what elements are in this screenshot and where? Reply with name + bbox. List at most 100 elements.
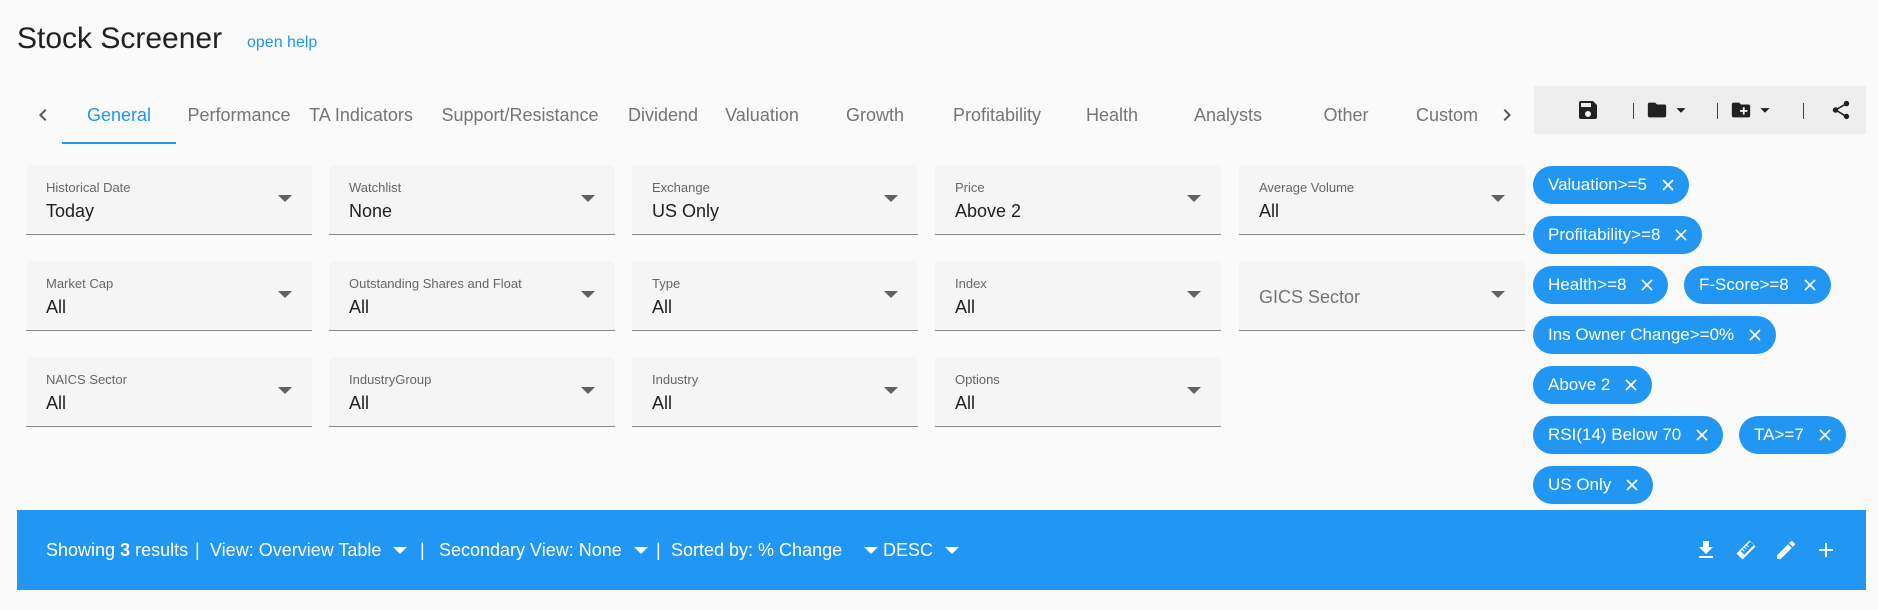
chip-label: F-Score>=8 <box>1699 275 1789 294</box>
filter-value: All <box>349 297 370 317</box>
filter-value: All <box>955 297 976 317</box>
secondary-view-select[interactable]: Secondary View: None <box>439 510 648 590</box>
dropdown-arrow-icon <box>278 195 292 202</box>
open-help-link[interactable]: open help <box>247 34 317 52</box>
price-select[interactable]: Price Above 2 <box>935 165 1221 235</box>
filter-label: Index <box>955 276 987 291</box>
filter-chip: F-Score>=8 <box>1684 266 1831 304</box>
tabs-scroll-right-button[interactable] <box>1485 86 1529 144</box>
bar-separator: | <box>656 539 661 560</box>
close-icon[interactable] <box>1693 426 1711 444</box>
close-icon[interactable] <box>1622 376 1640 394</box>
sort-field-select[interactable]: Sorted by: % Change <box>671 510 879 590</box>
naics-sector-select[interactable]: NAICS Sector All <box>26 357 312 427</box>
dropdown-arrow-icon <box>581 195 595 202</box>
average-volume-select[interactable]: Average Volume All <box>1239 165 1525 235</box>
dropdown-arrow-icon <box>1491 291 1505 298</box>
new-screen-button[interactable] <box>1730 86 1776 134</box>
chip-label: Profitability>=8 <box>1548 225 1661 244</box>
tabs-bar: General Performance TA Indicators Suppor… <box>17 86 1527 144</box>
chevron-down-icon <box>1676 108 1686 113</box>
filter-chip: Valuation>=5 <box>1533 166 1689 204</box>
options-select[interactable]: Options All <box>935 357 1221 427</box>
tabs-scroll-left-button[interactable] <box>21 86 65 144</box>
edit-icon[interactable] <box>1774 538 1798 562</box>
industry-group-select[interactable]: IndustryGroup All <box>329 357 615 427</box>
tab-other[interactable]: Other <box>1294 86 1398 144</box>
filter-value: None <box>349 201 393 221</box>
close-icon[interactable] <box>1801 276 1819 294</box>
filter-chip: US Only <box>1533 466 1654 504</box>
screen-toolbar <box>1534 86 1866 134</box>
results-showing-suffix: results <box>135 539 189 560</box>
chip-label: Ins Owner Change>=0% <box>1548 325 1735 344</box>
tab-general[interactable]: General <box>62 86 176 144</box>
chip-label: TA>=7 <box>1754 425 1804 444</box>
dropdown-arrow-icon <box>884 195 898 202</box>
tab-growth[interactable]: Growth <box>818 86 932 144</box>
folder-add-icon <box>1731 102 1751 118</box>
exchange-select[interactable]: Exchange US Only <box>632 165 918 235</box>
filter-label: Market Cap <box>46 276 114 291</box>
close-icon[interactable] <box>1623 476 1641 494</box>
gics-sector-select[interactable]: GICS Sector <box>1239 261 1525 331</box>
ruler-icon[interactable] <box>1734 538 1758 562</box>
page-title: Stock Screener <box>17 22 223 55</box>
outstanding-shares-select[interactable]: Outstanding Shares and Float All <box>329 261 615 331</box>
tab-ta-indicators[interactable]: TA Indicators <box>302 86 420 144</box>
tab-valuation[interactable]: Valuation <box>706 86 818 144</box>
share-icon <box>1832 100 1850 120</box>
caret-down-icon <box>633 546 648 554</box>
close-icon[interactable] <box>1746 326 1764 344</box>
save-icon <box>1579 101 1597 119</box>
filter-label: Average Volume <box>1259 180 1355 195</box>
filter-value: All <box>955 393 976 413</box>
tab-dividend[interactable]: Dividend <box>620 86 706 144</box>
sorted-by-label: Sorted by: % Change <box>671 539 843 560</box>
chevron-down-icon <box>1760 108 1770 113</box>
chip-label: Above 2 <box>1548 375 1611 394</box>
filter-label: Type <box>652 276 681 291</box>
load-screen-button[interactable] <box>1646 86 1692 134</box>
tab-custom[interactable]: Custom <box>1398 86 1487 144</box>
download-icon[interactable] <box>1694 538 1718 562</box>
caret-down-icon <box>393 546 408 554</box>
dropdown-arrow-icon <box>278 387 292 394</box>
close-icon[interactable] <box>1638 276 1656 294</box>
tab-profitability[interactable]: Profitability <box>932 86 1062 144</box>
view-select[interactable]: View: Overview Table <box>210 510 408 590</box>
filter-label: Historical Date <box>46 180 131 195</box>
watchlist-select[interactable]: Watchlist None <box>329 165 615 235</box>
industry-select[interactable]: Industry All <box>632 357 918 427</box>
filter-value: All <box>652 297 673 317</box>
sort-order-select[interactable]: DESC <box>883 510 960 590</box>
chevron-right-icon <box>1503 109 1511 121</box>
filter-value: Above 2 <box>955 201 1022 221</box>
tab-support-resistance[interactable]: Support/Resistance <box>420 86 620 144</box>
results-count-value: 3 <box>120 539 131 560</box>
tab-performance[interactable]: Performance <box>176 86 302 144</box>
filter-value: All <box>46 297 67 317</box>
index-select[interactable]: Index All <box>935 261 1221 331</box>
caret-down-icon <box>864 546 879 554</box>
close-icon[interactable] <box>1672 226 1690 244</box>
filter-chip: Above 2 <box>1533 366 1653 404</box>
tab-health[interactable]: Health <box>1062 86 1162 144</box>
type-select[interactable]: Type All <box>632 261 918 331</box>
add-icon[interactable] <box>1814 538 1838 562</box>
market-cap-select[interactable]: Market Cap All <box>26 261 312 331</box>
dropdown-arrow-icon <box>581 387 595 394</box>
dropdown-arrow-icon <box>278 291 292 298</box>
share-screen-button[interactable] <box>1830 86 1852 134</box>
bar-separator: | <box>195 539 200 560</box>
filter-chip: RSI(14) Below 70 <box>1533 416 1724 454</box>
tab-analysts[interactable]: Analysts <box>1162 86 1294 144</box>
sort-order-label: DESC <box>883 539 934 560</box>
historical-date-select[interactable]: Historical Date Today <box>26 165 312 235</box>
save-screen-button[interactable] <box>1576 86 1600 134</box>
filter-value: All <box>652 393 673 413</box>
close-icon[interactable] <box>1816 426 1834 444</box>
filter-label: Options <box>955 372 1000 387</box>
secondary-view-label: Secondary View: None <box>439 539 622 560</box>
close-icon[interactable] <box>1659 176 1677 194</box>
